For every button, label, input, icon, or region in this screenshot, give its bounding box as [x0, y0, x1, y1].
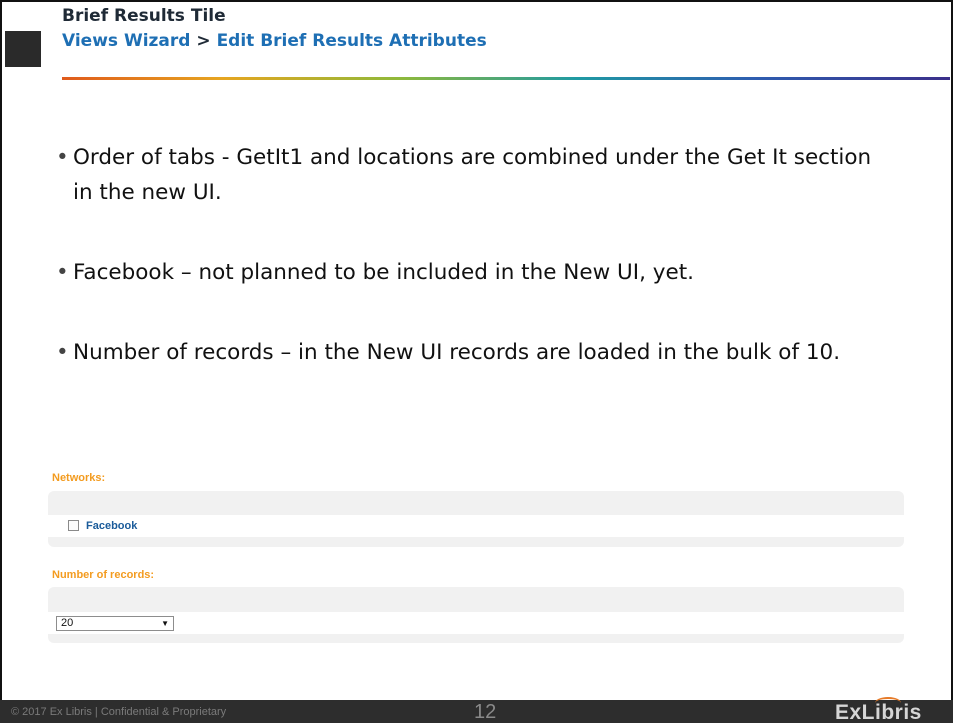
bullet-number-of-records: Number of records – in the New UI record…	[56, 335, 886, 370]
page-number: 12	[474, 701, 497, 723]
records-select-value: 20	[61, 617, 74, 629]
facebook-checkbox[interactable]	[68, 520, 79, 531]
breadcrumb-separator: >	[196, 31, 211, 51]
chevron-down-icon: ▼	[161, 619, 169, 628]
breadcrumb-views-wizard: Views Wizard	[62, 31, 191, 51]
logo-arc-icon	[875, 697, 901, 709]
facebook-checkbox-label[interactable]: Facebook	[86, 520, 137, 532]
bullet-list: Order of tabs - GetIt1 and locations are…	[56, 140, 886, 370]
records-panel: 20 ▼	[48, 587, 904, 643]
records-label: Number of records:	[52, 569, 155, 581]
footer-copyright: © 2017 Ex Libris | Confidential & Propri…	[11, 706, 227, 718]
title-divider	[62, 77, 950, 80]
networks-row: Facebook	[48, 515, 904, 537]
breadcrumb: Views Wizard > Edit Brief Results Attrib…	[62, 31, 487, 51]
records-row: 20 ▼	[48, 612, 904, 634]
bullet-order-of-tabs: Order of tabs - GetIt1 and locations are…	[56, 140, 886, 210]
bullet-facebook: Facebook – not planned to be included in…	[56, 255, 886, 290]
networks-label: Networks:	[52, 472, 106, 484]
breadcrumb-edit-brief-results: Edit Brief Results Attributes	[216, 31, 487, 51]
slide-footer: © 2017 Ex Libris | Confidential & Propri…	[0, 697, 953, 724]
records-select[interactable]: 20 ▼	[56, 616, 174, 631]
networks-panel: Facebook	[48, 491, 904, 547]
slide-title: Brief Results Tile	[62, 6, 226, 26]
slide-corner-marker	[5, 31, 41, 67]
